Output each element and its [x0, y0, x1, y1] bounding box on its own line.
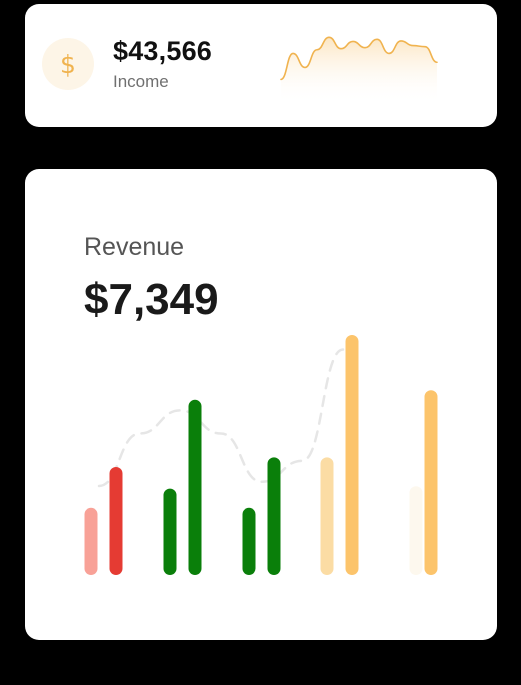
bar-2b: [188, 399, 202, 575]
income-label: Income: [113, 72, 169, 91]
revenue-card: Revenue $7,349: [25, 169, 497, 640]
income-card: $ $43,566 Income: [25, 4, 497, 127]
income-sparkline: [280, 36, 438, 104]
bar-5a: [409, 486, 423, 575]
dollar-icon: $: [42, 38, 94, 90]
bar-4b: [345, 335, 359, 575]
bar-3a: [242, 507, 256, 575]
bar-1b: [109, 467, 123, 575]
sparkline-area: [281, 37, 437, 104]
bar-1a: [84, 507, 98, 575]
bar-3b: [267, 457, 281, 575]
revenue-bars: [84, 335, 438, 575]
bar-4a: [320, 457, 334, 575]
revenue-bar-chart: [84, 335, 438, 575]
revenue-trend-line: [97, 348, 345, 488]
bar-5b: [424, 390, 438, 575]
income-value: $43,566: [113, 36, 212, 66]
bar-2a: [163, 488, 177, 575]
dollar-glyph: $: [60, 49, 76, 79]
